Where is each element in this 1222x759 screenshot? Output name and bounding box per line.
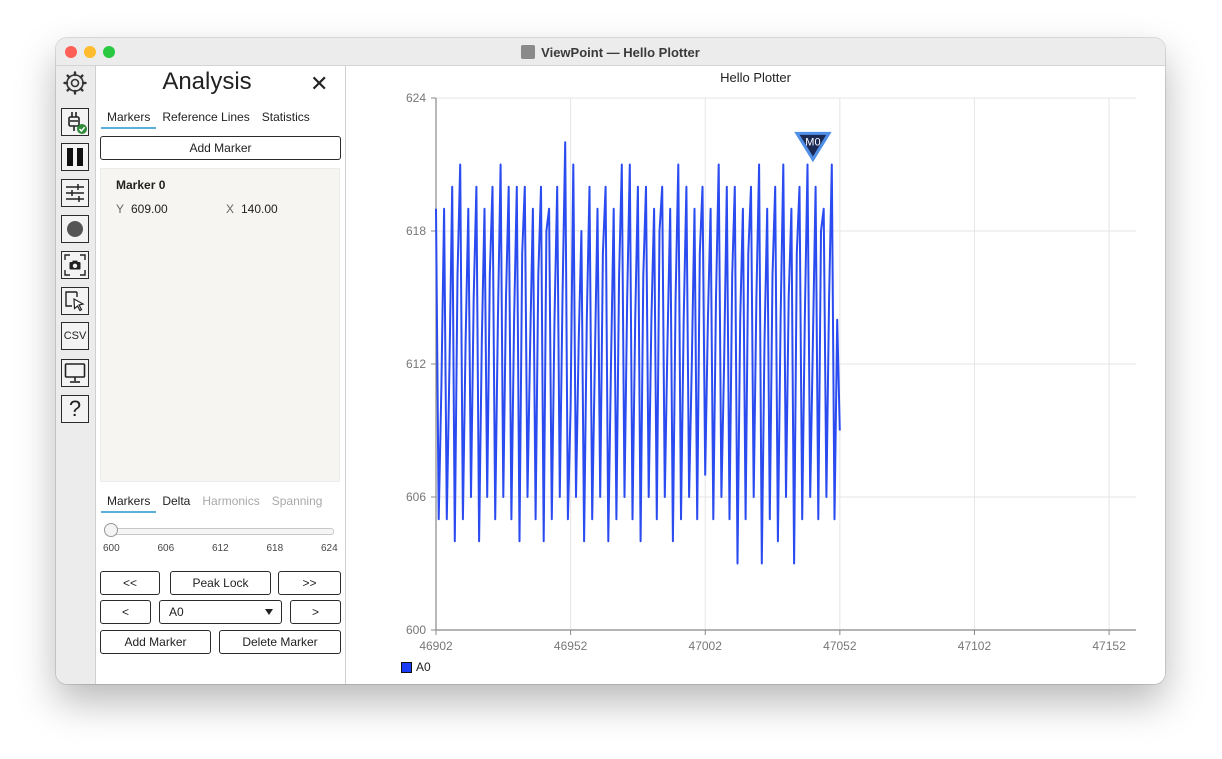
tab-markers-mode[interactable]: Markers (101, 491, 157, 513)
monitor-icon (64, 363, 86, 383)
help-icon: ? (68, 396, 82, 421)
y-tick-label: 618 (406, 224, 426, 238)
gear-icon (63, 71, 87, 95)
slider-tick-label: 606 (157, 543, 175, 554)
y-tick-label: 600 (406, 623, 426, 637)
channel-select[interactable]: A0 (159, 600, 282, 624)
close-panel-button[interactable]: ✕ (310, 71, 328, 97)
analysis-panel: Analysis ✕ Markers Reference Lines Stati… (96, 66, 346, 684)
left-toolbar: CSV ? (56, 66, 96, 684)
record-icon (67, 221, 83, 237)
legend-swatch-a0 (401, 661, 412, 673)
marker-m0-label: M0 (805, 136, 820, 148)
channel-select-value: A0 (169, 605, 184, 619)
slider-tick-label: 624 (321, 543, 338, 554)
legend-label-a0: A0 (416, 660, 431, 674)
help-button[interactable]: ? (61, 395, 89, 423)
csv-export-button[interactable]: CSV (61, 322, 89, 350)
window-title-wrap: ViewPoint — Hello Plotter (56, 38, 1165, 66)
x-tick-label: 47002 (689, 639, 723, 653)
pause-button[interactable] (61, 143, 89, 171)
window-title: ViewPoint — Hello Plotter (541, 44, 700, 60)
next-next-button[interactable]: >> (278, 571, 341, 595)
series-line-a0[interactable] (435, 141, 841, 565)
panel-title: Analysis (162, 68, 252, 95)
marker-slider-track[interactable] (106, 528, 334, 535)
plug-check-icon (68, 112, 87, 134)
add-marker-bottom-button[interactable]: Add Marker (100, 630, 211, 654)
adjust-button[interactable] (61, 179, 89, 207)
marker-x-label: X (226, 202, 235, 216)
chevron-down-icon (265, 609, 273, 615)
marker-name: Marker 0 (116, 178, 166, 192)
next-button[interactable]: > (290, 600, 341, 624)
marker-y-value: 609.00 (131, 202, 168, 216)
y-tick-label: 606 (406, 490, 426, 504)
tab-statistics[interactable]: Statistics (256, 107, 316, 129)
analysis-tabs: Markers Reference Lines Statistics (101, 107, 316, 129)
tab-harmonics: Harmonics (202, 494, 260, 508)
app-icon (521, 45, 536, 59)
marker-mode-tabs: Markers Delta Harmonics Spanning (101, 491, 328, 513)
slider-tick-label: 618 (266, 543, 284, 554)
pause-icon (67, 148, 83, 166)
prev-button[interactable]: < (100, 600, 151, 624)
add-marker-button[interactable]: Add Marker (100, 136, 341, 160)
sliders-icon (66, 184, 84, 202)
chart-legend[interactable]: A0 (401, 660, 431, 674)
title-bar: ViewPoint — Hello Plotter (56, 38, 1165, 66)
x-tick-label: 46952 (554, 639, 588, 653)
slider-tick-label: 600 (103, 543, 120, 554)
cursor-select-icon (65, 291, 85, 312)
marker-card: Marker 0 Y 609.00 X 140.00 (100, 168, 340, 482)
delete-marker-button[interactable]: Delete Marker (219, 630, 341, 654)
tab-delta[interactable]: Delta (156, 491, 196, 513)
record-button[interactable] (61, 215, 89, 243)
y-tick-label: 612 (406, 357, 426, 371)
camera-icon (64, 254, 86, 276)
plot-area[interactable]: Hello Plotter 46902 46952 47002 47052 47102 4… (346, 66, 1165, 684)
line-chart[interactable]: 4690246952470024705247102471524720247252… (346, 66, 1165, 656)
x-tick-label: 46902 (419, 639, 453, 653)
tab-reference-lines[interactable]: Reference Lines (156, 107, 255, 129)
select-button[interactable] (61, 287, 89, 315)
settings-button[interactable] (61, 69, 89, 97)
tab-markers[interactable]: Markers (101, 107, 157, 129)
prev-prev-button[interactable]: << (100, 571, 160, 595)
x-tick-label: 47102 (958, 639, 992, 653)
tab-spanning: Spanning (271, 494, 323, 508)
marker-slider-thumb[interactable] (104, 523, 118, 537)
csv-icon: CSV (63, 330, 87, 342)
marker-x-value: 140.00 (241, 202, 278, 216)
marker-y-label: Y (116, 202, 125, 216)
y-tick-label: 624 (406, 91, 426, 105)
x-tick-label: 47052 (823, 639, 857, 653)
app-window: ViewPoint — Hello Plotter CSV ? Analysis… (56, 38, 1165, 684)
display-button[interactable] (61, 359, 89, 387)
connect-button[interactable] (61, 108, 89, 136)
peak-lock-button[interactable]: Peak Lock (170, 571, 271, 595)
slider-tick-label: 612 (212, 543, 229, 554)
x-tick-label: 47152 (1092, 639, 1126, 653)
screenshot-button[interactable] (61, 251, 89, 279)
